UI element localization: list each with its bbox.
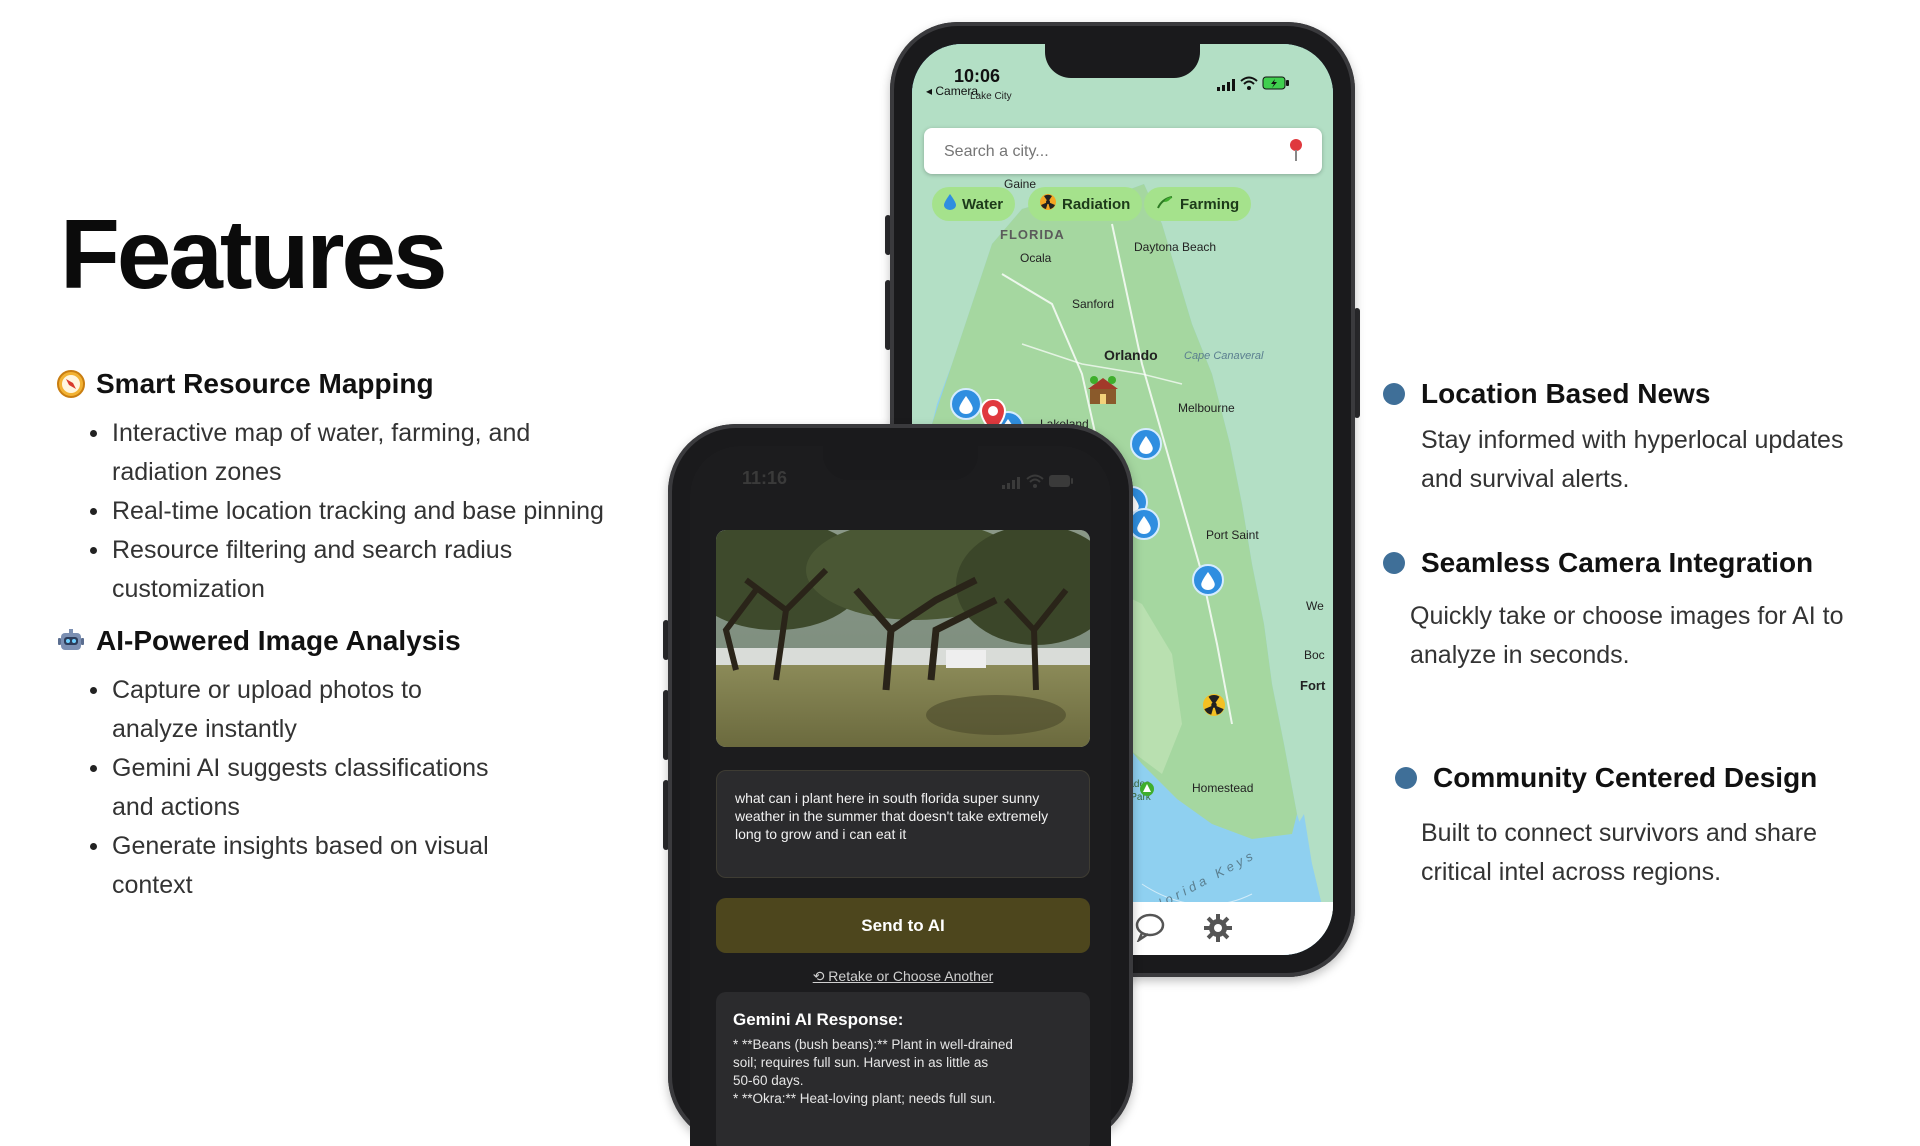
city-search-input[interactable] <box>942 138 1266 166</box>
chip-label: Water <box>962 195 1004 213</box>
feature-body-camera: Quickly take or choose images for AI to … <box>1410 597 1844 675</box>
farm-marker[interactable] <box>1086 374 1120 411</box>
chip-farming[interactable]: Farming <box>1144 187 1252 221</box>
map-label-gainesville: Gaine <box>1004 177 1037 191</box>
signal-icon <box>1217 78 1235 96</box>
signal-icon <box>1002 476 1020 494</box>
park-marker <box>1140 782 1154 801</box>
map-label-port-saint: Port Saint <box>1206 528 1259 542</box>
status-time: 11:16 <box>742 468 788 488</box>
feature-body-line: analyze in seconds. <box>1410 641 1630 669</box>
list-item: Resource filtering and search radius cus… <box>84 531 604 609</box>
response-line: * **Okra:** Heat-loving plant; needs ful… <box>733 1091 996 1106</box>
ai-screen: 11:16 what can i plant here in south flo… <box>690 446 1111 1146</box>
bullet-line: Capture or upload photos to <box>112 676 422 704</box>
map-label-west: We <box>1306 599 1324 613</box>
wifi-icon <box>1026 474 1044 493</box>
feature-heading-label: Community Centered Design <box>1433 762 1818 793</box>
gear-icon[interactable] <box>1202 912 1234 949</box>
phone-notch <box>1045 44 1200 78</box>
feature-body-line: critical intel across regions. <box>1421 858 1722 886</box>
radiation-marker[interactable] <box>1203 694 1225 721</box>
list-item: Capture or upload photos to analyze inst… <box>84 671 489 749</box>
section-heading-resource-mapping: Smart Resource Mapping <box>56 368 434 400</box>
water-drop-icon <box>944 194 956 214</box>
bullet-line: Generate insights based on visual <box>112 832 489 860</box>
ai-phone: 11:16 what can i plant here in south flo… <box>668 424 1133 1146</box>
feature-heading-label: Location Based News <box>1421 378 1711 409</box>
map-label-ocala: Ocala <box>1020 251 1052 265</box>
section-heading-label: AI-Powered Image Analysis <box>96 625 461 656</box>
bullet-line: context <box>112 871 193 899</box>
map-label-homestead: Homestead <box>1192 781 1254 795</box>
water-marker[interactable] <box>1130 428 1162 460</box>
robot-icon <box>56 626 86 656</box>
map-label-florida: FLORIDA <box>1000 227 1065 242</box>
feature-body-location-news: Stay informed with hyperlocal updates an… <box>1421 421 1843 499</box>
phone-notch <box>823 446 978 480</box>
bullet-line: Real-time location tracking and base pin… <box>112 497 604 525</box>
map-label-cape-canaveral: Cape Canaveral <box>1184 350 1264 362</box>
bullet-dot <box>1383 552 1405 574</box>
feature-heading-community: Community Centered Design <box>1395 762 1817 794</box>
map-label-melbourne: Melbourne <box>1178 401 1235 415</box>
map-label-daytona: Daytona Beach <box>1134 240 1217 254</box>
list-item: Generate insights based on visual contex… <box>84 827 489 905</box>
city-search-box[interactable] <box>924 128 1322 174</box>
send-to-ai-button[interactable]: Send to AI <box>716 898 1090 953</box>
battery-icon <box>1048 474 1074 493</box>
chat-bubble-icon[interactable] <box>1134 912 1166 947</box>
bullet-line: Gemini AI suggests classifications <box>112 754 489 782</box>
feature-body-line: and survival alerts. <box>1421 465 1630 493</box>
battery-icon <box>1262 76 1290 95</box>
chip-label: Farming <box>1180 195 1240 213</box>
feature-heading-camera: Seamless Camera Integration <box>1383 547 1813 579</box>
feature-body-line: Quickly take or choose images for AI to <box>1410 602 1844 630</box>
bullet-dot <box>1395 767 1417 789</box>
chip-radiation[interactable]: Radiation <box>1028 187 1143 221</box>
ai-response-card: Gemini AI Response: * **Beans (bush bean… <box>716 992 1090 1146</box>
location-pin-icon[interactable] <box>1288 138 1304 167</box>
bullet-line: and actions <box>112 793 240 821</box>
response-line: 50-60 days. <box>733 1073 804 1088</box>
retake-link[interactable]: ⟲ Retake or Choose Another <box>716 968 1090 985</box>
response-line: * **Beans (bush beans):** Plant in well-… <box>733 1037 1013 1052</box>
response-line: soil; requires full sun. Harvest in as l… <box>733 1055 989 1070</box>
response-heading: Gemini AI Response: <box>733 1010 904 1029</box>
feature-heading-label: Seamless Camera Integration <box>1421 547 1814 578</box>
bullet-line: Interactive map of water, farming, and <box>112 419 531 447</box>
bullet-line: radiation zones <box>112 458 282 486</box>
feature-heading-location-news: Location Based News <box>1383 378 1710 410</box>
map-label-orlando: Orlando <box>1104 347 1158 363</box>
water-marker[interactable] <box>1192 564 1224 596</box>
prompt-input[interactable]: what can i plant here in south florida s… <box>716 770 1090 878</box>
sprout-icon <box>1156 195 1174 213</box>
bullet-line: Resource filtering and search radius <box>112 536 513 564</box>
bullet-line: customization <box>112 575 265 603</box>
list-item: Gemini AI suggests classifications and a… <box>84 749 489 827</box>
map-label-lake-city: Lake City <box>970 91 1012 102</box>
bullet-dot <box>1383 383 1405 405</box>
section-heading-image-analysis: AI-Powered Image Analysis <box>56 625 461 657</box>
image-analysis-bullets: Capture or upload photos to analyze inst… <box>84 671 489 905</box>
list-item: Interactive map of water, farming, and r… <box>84 414 604 492</box>
map-label-boca: Boc <box>1304 648 1325 662</box>
captured-photo[interactable] <box>716 530 1090 747</box>
bullet-line: analyze instantly <box>112 715 297 743</box>
chip-water[interactable]: Water <box>932 187 1016 221</box>
chip-label: Radiation <box>1062 195 1131 213</box>
map-label-sanford: Sanford <box>1072 297 1115 311</box>
page-title: Features <box>60 199 448 309</box>
feature-body-line: Stay informed with hyperlocal updates <box>1421 426 1844 454</box>
list-item: Real-time location tracking and base pin… <box>84 492 604 531</box>
wifi-icon <box>1240 76 1258 95</box>
feature-body-line: Built to connect survivors and share <box>1421 819 1818 847</box>
map-label-fort: Fort <box>1300 678 1326 693</box>
section-heading-label: Smart Resource Mapping <box>96 368 434 399</box>
radiation-icon <box>1040 194 1056 214</box>
compass-icon <box>56 369 86 399</box>
feature-body-community: Built to connect survivors and share cri… <box>1421 814 1817 892</box>
resource-mapping-bullets: Interactive map of water, farming, and r… <box>84 414 604 609</box>
